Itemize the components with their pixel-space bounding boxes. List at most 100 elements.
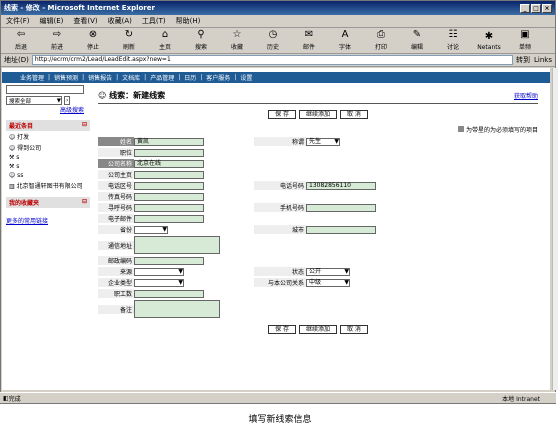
home-button[interactable]: ⌂ 主页 [147, 29, 183, 53]
nav-calendar[interactable]: 日历 [180, 73, 200, 82]
save-button[interactable]: 保 存 [268, 110, 296, 119]
menu-edit[interactable]: 编辑(E) [35, 16, 69, 26]
back-button[interactable]: ⇦ 后退 [3, 29, 39, 53]
status-bar: ◧ 完成 本地 Intranet [0, 392, 556, 403]
position-input[interactable] [134, 148, 204, 157]
fax-input[interactable] [134, 192, 204, 201]
history-button[interactable]: ◷ 历史 [255, 29, 291, 53]
recent-item[interactable]: ☺ ss [6, 171, 90, 180]
mobile-input[interactable] [306, 203, 376, 212]
area-code-label: 电话区号 [98, 181, 134, 190]
monitor-icon: ▣ [520, 29, 530, 40]
pager-input[interactable] [134, 203, 204, 212]
single-button[interactable]: ▣ 单频 [507, 29, 543, 53]
stop-button[interactable]: ⊗ 停止 [75, 29, 111, 53]
save-button-bottom[interactable]: 保 存 [268, 325, 296, 334]
chevron-down-icon: ▼ [56, 97, 61, 104]
nav-settings[interactable]: 设置 [236, 73, 256, 82]
address-textarea[interactable] [134, 236, 220, 254]
menu-tools[interactable]: 工具(T) [137, 16, 171, 26]
menu-favorites[interactable]: 收藏(A) [103, 16, 137, 26]
chevron-down-icon: ▼ [178, 278, 183, 286]
advanced-search-link[interactable]: 高级搜索 [60, 107, 84, 114]
search-scope-select[interactable]: 搜索全部 ▼ [6, 96, 62, 105]
more-links-link[interactable]: 更多的常用链接 [6, 218, 48, 225]
nav-biz[interactable]: 业务管理 [16, 73, 48, 82]
print-button[interactable]: ⎙ 打印 [363, 29, 399, 53]
back-arrow-icon: ⇦ [16, 29, 26, 40]
area-code-input[interactable] [134, 181, 204, 190]
minimize-button[interactable]: _ [520, 3, 530, 13]
recent-item[interactable]: ☺ 得到公司 [6, 142, 90, 153]
edit-button[interactable]: ✎ 编辑 [399, 29, 435, 53]
source-select[interactable]: ▼ [134, 267, 184, 276]
address-label: 地址(D) [4, 56, 29, 64]
stop-icon: ⊗ [88, 29, 98, 40]
home-icon: ⌂ [161, 29, 169, 40]
nav-docs[interactable]: 文档库 [118, 73, 144, 82]
phone-input[interactable]: 13082856110 [306, 181, 376, 190]
font-button[interactable]: A 字体 [327, 29, 363, 53]
refresh-button[interactable]: ↻ 刷新 [111, 29, 147, 53]
status-select[interactable]: 公开 ▼ [306, 267, 350, 276]
address-bar: 地址(D) http://ecrm/crm2/Lead/LeadEdit.asp… [1, 54, 555, 67]
go-search-button[interactable]: › [64, 96, 71, 105]
recent-item[interactable]: ☺ 打发 [6, 131, 90, 142]
search-button[interactable]: ⚲ 搜索 [183, 29, 219, 53]
menu-help[interactable]: 帮助(H) [171, 16, 206, 26]
url-input[interactable]: http://ecrm/crm2/Lead/LeadEdit.aspx?new=… [31, 55, 514, 65]
nav-report[interactable]: 销售报告 [84, 73, 116, 82]
chevron-down-icon: ▼ [334, 137, 339, 145]
favorites-header: 我的收藏夹 ⊟ [6, 197, 90, 208]
help-link[interactable]: 获取帮助 [514, 91, 538, 100]
chevron-down-icon: ▼ [162, 225, 167, 233]
city-input[interactable] [306, 225, 376, 234]
nav-products[interactable]: 产品管理 [146, 73, 178, 82]
industry-select[interactable]: ▼ [134, 278, 184, 287]
vertical-scrollbar[interactable] [552, 68, 558, 390]
company-home-input[interactable] [134, 170, 204, 179]
collapse-icon[interactable]: ⊟ [82, 198, 87, 207]
zip-input[interactable] [134, 256, 204, 265]
links-label[interactable]: Links [534, 56, 552, 64]
save-and-add-button[interactable]: 继续添加 [298, 110, 337, 119]
nav-service[interactable]: 客户服务 [202, 73, 234, 82]
recent-item[interactable]: ⚒ s [6, 162, 90, 171]
recent-item[interactable]: ▥ 北京智通轩图书有限公司 [6, 180, 90, 191]
remark-textarea[interactable] [134, 300, 220, 318]
favorites-button[interactable]: ☆ 收藏 [219, 29, 255, 53]
province-select[interactable]: ▼ [134, 225, 168, 234]
go-button[interactable]: 转到 [516, 55, 530, 65]
menu-file[interactable]: 文件(F) [1, 16, 35, 26]
email-input[interactable] [134, 214, 204, 223]
maximize-button[interactable]: □ [531, 3, 541, 13]
recent-item[interactable]: ⚒ s [6, 153, 90, 162]
surname-input[interactable]: 黄凯 [134, 137, 204, 146]
recent-items-header: 最近条目 ⊟ [6, 120, 90, 131]
title-select[interactable]: 先生 ▼ [306, 137, 340, 146]
close-button[interactable]: × [542, 3, 552, 13]
mail-button[interactable]: ✉ 邮件 [291, 29, 327, 53]
forward-arrow-icon: ⇨ [52, 29, 62, 40]
netants-button[interactable]: ✱ Netants [471, 31, 507, 53]
collapse-icon[interactable]: ⊟ [82, 121, 87, 130]
forward-button[interactable]: ⇨ 前进 [39, 29, 75, 53]
mobile-label: 手机号码 [254, 203, 306, 212]
company-input[interactable]: 北京在线 [134, 159, 204, 168]
nav-forecast[interactable]: 销售预测 [50, 73, 82, 82]
status-label: 状态 [254, 267, 306, 276]
company-home-label: 公司主页 [98, 170, 134, 179]
sidebar-search-input[interactable] [6, 85, 84, 94]
fax-label: 传真号码 [98, 192, 134, 201]
employees-input[interactable] [134, 289, 204, 298]
building-icon: ▥ [9, 183, 17, 190]
person-icon: ☺ [9, 172, 18, 179]
relation-select[interactable]: 中级 ▼ [306, 278, 350, 287]
menu-view[interactable]: 查看(V) [68, 16, 102, 26]
cancel-button-bottom[interactable]: 取 消 [340, 325, 368, 334]
relation-label: 与本公司关系 [254, 278, 306, 287]
discuss-button[interactable]: ☷ 讨论 [435, 29, 471, 53]
cancel-button[interactable]: 取 消 [340, 110, 368, 119]
save-and-add-button-bottom[interactable]: 继续添加 [298, 325, 337, 334]
star-icon: ☆ [232, 29, 242, 40]
